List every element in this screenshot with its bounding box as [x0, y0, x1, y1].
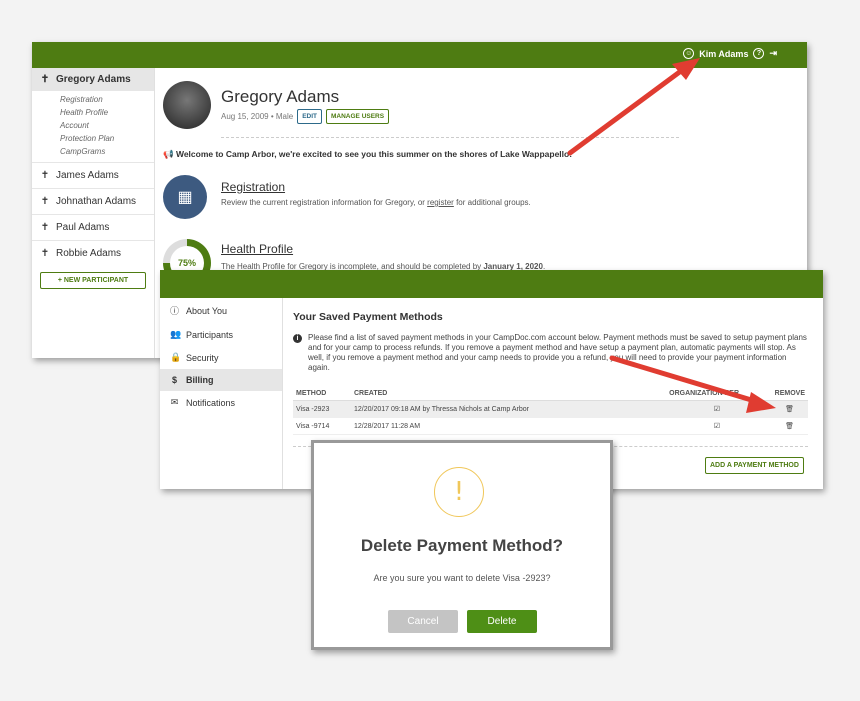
sidebar-item-label: Robbie Adams	[56, 248, 122, 259]
sidebar-item-label: Participants	[186, 329, 234, 340]
sidebar-item-label: Notifications	[186, 397, 236, 408]
sidebar-item-label: James Adams	[56, 170, 119, 181]
sidebar-item-label: Security	[186, 352, 219, 363]
registration-text: Review the current registration informat…	[221, 198, 531, 207]
trash-icon[interactable]: 🗑	[742, 417, 808, 435]
top-bar: ☺ Kim Adams ? ⇥	[32, 42, 807, 68]
sidebar-item-gregory[interactable]: ✝ Gregory Adams	[32, 68, 154, 91]
sidebar-item-robbie[interactable]: ✝ Robbie Adams	[32, 240, 154, 266]
sidebar-item-label: Johnathan Adams	[56, 196, 137, 207]
info-icon: i	[293, 334, 302, 343]
person-icon: ✝	[40, 196, 50, 207]
logout-icon[interactable]: ⇥	[769, 48, 777, 59]
col-method: METHOD	[293, 387, 351, 401]
sidebar-item-johnathan[interactable]: ✝ Johnathan Adams	[32, 188, 154, 214]
cancel-button[interactable]: Cancel	[388, 610, 458, 633]
trash-icon[interactable]: 🗑	[742, 400, 808, 418]
button-label: NEW PARTICIPANT	[63, 277, 129, 284]
welcome-message: 📢 Welcome to Camp Arbor, we're excited t…	[163, 149, 572, 160]
check-icon: ☑	[636, 417, 742, 435]
user-menu[interactable]: ☺ Kim Adams ? ⇥	[683, 48, 777, 59]
welcome-text: Welcome to Camp Arbor, we're excited to …	[175, 149, 573, 159]
registration-link[interactable]: Registration	[221, 180, 285, 194]
sub-item-protection-plan[interactable]: Protection Plan	[32, 132, 154, 145]
created-cell: 12/20/2017 09:18 AM by Thressa Nichols a…	[351, 400, 636, 418]
sidebar-item-participants[interactable]: 👥 Participants	[160, 323, 282, 346]
participant-name: Gregory Adams	[221, 87, 340, 106]
info-text: Please find a list of saved payment meth…	[308, 333, 807, 372]
participant-sidebar: ✝ Gregory Adams Registration Health Prof…	[32, 68, 155, 358]
birth-gender: Aug 15, 2009 • Male	[221, 112, 294, 121]
account-sidebar: ⓘ About You 👥 Participants 🔒 Security $ …	[160, 298, 283, 489]
table-row: Visa -9714 12/28/2017 11:28 AM ☑ 🗑	[293, 417, 808, 435]
check-icon: ☑	[636, 400, 742, 418]
sidebar-item-notifications[interactable]: ✉ Notifications	[160, 391, 282, 414]
envelope-icon: ✉	[170, 397, 179, 407]
info-icon: ⓘ	[170, 306, 180, 316]
sidebar-item-about-you[interactable]: ⓘ About You	[160, 298, 282, 323]
sidebar-item-label: Gregory Adams	[56, 74, 131, 85]
sub-item-campgrams[interactable]: CampGrams	[32, 145, 154, 158]
sidebar-item-security[interactable]: 🔒 Security	[160, 346, 282, 369]
col-org: ORGANIZATION PER	[636, 387, 742, 401]
page-title: Your Saved Payment Methods	[293, 311, 443, 323]
manage-users-button[interactable]: MANAGE USERS	[326, 109, 390, 124]
question-icon[interactable]: ?	[753, 48, 765, 59]
avatar	[163, 81, 211, 129]
text: Review the current registration informat…	[221, 198, 428, 207]
text: for additional groups.	[453, 198, 531, 207]
person-icon: ✝	[40, 170, 50, 181]
calendar-icon: ▦	[163, 175, 207, 219]
top-bar	[160, 270, 823, 298]
modal-message: Are you sure you want to delete Visa -29…	[373, 573, 551, 583]
method-cell: Visa -2923	[293, 400, 351, 418]
sidebar-item-label: Billing	[186, 375, 214, 385]
method-cell: Visa -9714	[293, 417, 351, 435]
megaphone-icon: 📢	[163, 149, 176, 159]
sidebar-item-billing[interactable]: $ Billing	[160, 369, 282, 391]
created-cell: 12/28/2017 11:28 AM	[351, 417, 636, 435]
sidebar-item-james[interactable]: ✝ James Adams	[32, 162, 154, 188]
person-icon: ✝	[40, 74, 50, 85]
modal-title: Delete Payment Method?	[360, 536, 564, 555]
edit-button[interactable]: EDIT	[297, 109, 322, 124]
sub-item-registration[interactable]: Registration	[32, 93, 154, 106]
new-participant-button[interactable]: + NEW PARTICIPANT	[40, 272, 146, 289]
divider	[221, 137, 679, 138]
sidebar-item-label: Paul Adams	[56, 222, 110, 233]
col-remove: REMOVE	[742, 387, 808, 401]
table-row: Visa -2923 12/20/2017 09:18 AM by Thress…	[293, 400, 808, 418]
sidebar-item-paul[interactable]: ✝ Paul Adams	[32, 214, 154, 240]
sub-item-account[interactable]: Account	[32, 119, 154, 132]
dollar-icon: $	[171, 375, 177, 385]
sidebar-item-label: About You	[186, 305, 228, 316]
payment-methods-table: METHOD CREATED ORGANIZATION PER REMOVE V…	[293, 387, 808, 435]
col-created: CREATED	[351, 387, 636, 401]
user-circle-icon: ☺	[683, 48, 695, 59]
info-message: i Please find a list of saved payment me…	[293, 333, 808, 373]
person-icon: ✝	[40, 222, 50, 233]
lock-icon: 🔒	[170, 352, 182, 362]
table-header: METHOD CREATED ORGANIZATION PER REMOVE	[293, 387, 808, 401]
health-profile-link[interactable]: Health Profile	[221, 242, 293, 256]
participant-meta: Aug 15, 2009 • Male EDIT MANAGE USERS	[221, 109, 390, 124]
user-name[interactable]: Kim Adams	[699, 49, 748, 59]
person-icon: ✝	[40, 248, 50, 259]
add-payment-method-button[interactable]: ADD A PAYMENT METHOD	[705, 457, 804, 474]
warning-icon: !	[434, 467, 484, 517]
users-icon: 👥	[170, 329, 182, 339]
delete-button[interactable]: Delete	[467, 610, 537, 633]
sub-item-health-profile[interactable]: Health Profile	[32, 106, 154, 119]
delete-payment-modal: ! Delete Payment Method? Are you sure yo…	[311, 440, 613, 650]
register-link[interactable]: register	[427, 198, 454, 207]
